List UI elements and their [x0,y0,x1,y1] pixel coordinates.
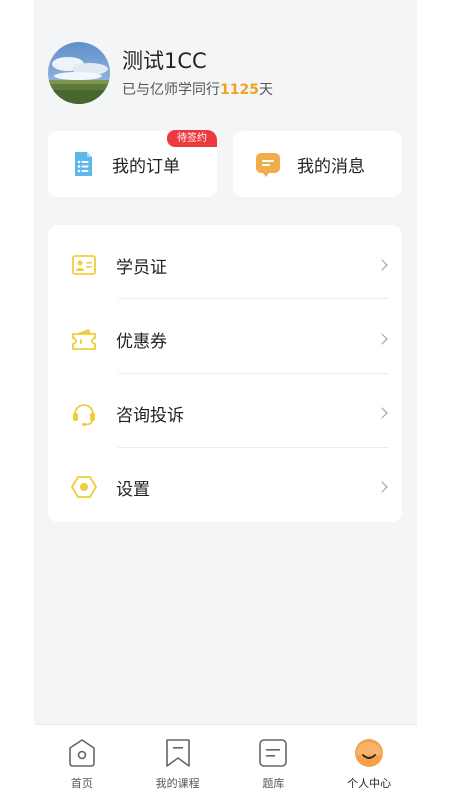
bookmark-icon [162,737,194,769]
tab-label: 首页 [70,777,93,790]
tab-label: 个人中心 [347,777,392,790]
my-orders-label: 我的订单 [112,156,180,177]
tab-label: 题库 [262,777,285,790]
my-orders-card[interactable]: 待签约 我的订单 [48,130,217,197]
days-count: 1125 [220,82,259,98]
my-messages-label: 我的消息 [297,156,365,177]
avatar[interactable] [48,42,110,104]
username: 测试1CC [122,49,207,73]
companion-prefix: 已与亿师学同行 [122,82,220,98]
divider [118,373,388,374]
home-icon [66,737,98,769]
bottom-tab-bar: 首页 我的课程 题库 个人中心 [34,724,417,800]
pending-sign-badge: 待签约 [167,130,217,147]
headset-icon [71,400,97,426]
chevron-right-icon [376,333,388,345]
tab-home[interactable]: 首页 [34,725,130,800]
settings-hex-icon [71,474,97,500]
companion-days-text: 已与亿师学同行1125天 [122,81,273,99]
question-bank-icon [257,737,289,769]
menu-item-consult-complaint[interactable]: 咨询投诉 [48,376,402,450]
my-messages-card[interactable]: 我的消息 [233,131,402,197]
chevron-right-icon [376,259,388,271]
profile-face-icon [353,737,385,769]
menu-item-student-id[interactable]: 学员证 [48,228,402,302]
tab-profile[interactable]: 个人中心 [321,725,417,800]
settings-menu-list: 学员证 优惠券 咨询投诉 设置 [48,225,402,522]
tab-question-bank[interactable]: 题库 [226,725,322,800]
coupon-icon [71,326,97,352]
id-card-icon [71,252,97,278]
menu-item-label: 优惠券 [116,331,167,352]
chevron-right-icon [376,481,388,493]
menu-item-label: 设置 [116,479,150,500]
menu-item-label: 学员证 [116,257,167,278]
profile-header[interactable]: 测试1CC 已与亿师学同行1125天 [48,42,273,104]
tab-label: 我的课程 [155,777,200,790]
divider [118,447,388,448]
profile-screen: 测试1CC 已与亿师学同行1125天 待签约 我的订单 我的消息 学员证 优惠券… [34,0,417,800]
chevron-right-icon [376,407,388,419]
chat-bubble-icon [255,151,281,177]
days-suffix: 天 [258,82,273,98]
menu-item-label: 咨询投诉 [116,405,184,426]
menu-item-coupons[interactable]: 优惠券 [48,302,402,376]
tab-my-courses[interactable]: 我的课程 [130,725,226,800]
menu-item-settings[interactable]: 设置 [48,450,402,524]
document-list-icon [70,151,96,177]
divider [118,298,388,299]
